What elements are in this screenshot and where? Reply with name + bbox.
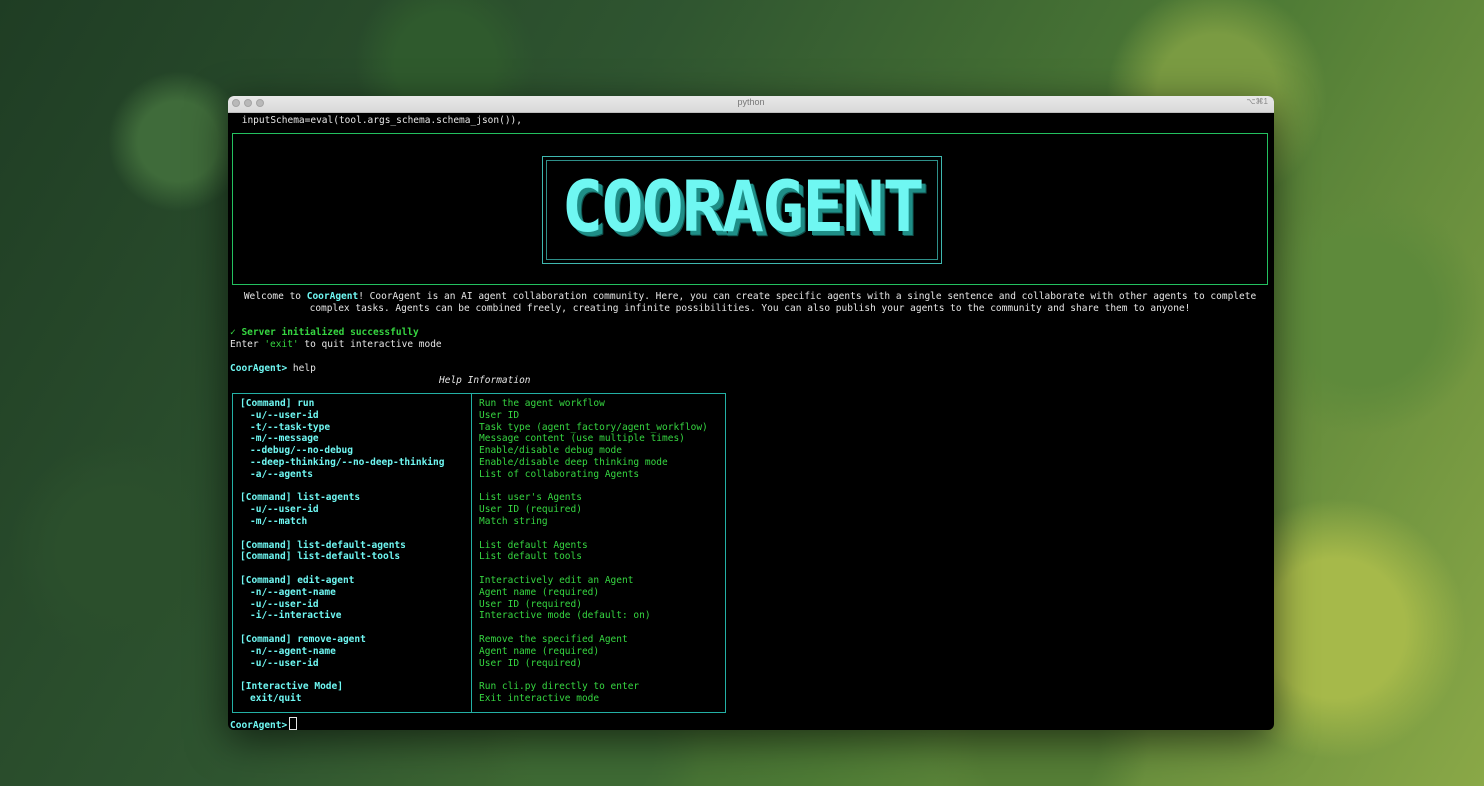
help-command: [Command] edit-agent — [240, 575, 355, 586]
help-option: -n/--agent-name — [250, 586, 336, 598]
text-cursor — [289, 717, 298, 730]
help-command: [Command] list-default-agents — [240, 539, 406, 551]
help-description: Task type (agent_factory/agent_workflow) — [479, 421, 708, 433]
output-line: inputSchema=eval(tool.args_schema.schema… — [236, 115, 522, 126]
coragent-logo: COORAGENT — [561, 166, 924, 248]
help-option: --deep-thinking/--no-deep-thinking — [250, 457, 445, 468]
terminal-window: python ⌥⌘1 inputSchema=eval(tool.args_sc… — [228, 96, 1274, 730]
title-bar: python ⌥⌘1 — [228, 96, 1274, 113]
exit-hint: Enter 'exit' to quit interactive mode — [230, 339, 442, 350]
window-title: python — [737, 97, 765, 107]
help-description: Enable/disable debug mode — [479, 445, 622, 457]
banner-panel: COORAGENT — [232, 133, 1268, 285]
brand-name: CoorAgent — [306, 291, 359, 302]
help-option: -m/--match — [250, 516, 308, 527]
table-divider — [471, 394, 472, 712]
help-description: List of collaborating Agents — [479, 468, 640, 480]
prompt: CoorAgent> — [230, 363, 288, 374]
help-description: Message content (use multiple times) — [479, 433, 685, 445]
help-description: Remove the specified Agent — [479, 634, 628, 645]
help-description: List default tools — [479, 551, 582, 563]
help-command: [Command] list-agents — [240, 492, 361, 504]
help-description: User ID (required) — [479, 657, 582, 669]
help-option: -m/--message — [250, 433, 319, 445]
help-option: -t/--task-type — [250, 421, 331, 433]
welcome-message: Welcome to CoorAgent! CoorAgent is an AI… — [243, 291, 1257, 314]
help-description: Agent name (required) — [479, 645, 600, 657]
help-description: Interactively edit an Agent — [479, 575, 634, 586]
help-description: User ID — [479, 409, 520, 421]
help-description: Interactive mode (default: on) — [479, 610, 651, 622]
help-command: [Command] remove-agent — [240, 634, 366, 645]
help-option: -u/--user-id — [250, 598, 319, 610]
help-option: -a/--agents — [250, 468, 313, 480]
help-command: [Command] run — [240, 398, 315, 409]
exit-keyword: 'exit' — [264, 339, 299, 350]
window-shortcut: ⌥⌘1 — [1246, 97, 1268, 106]
help-option: --debug/--no-debug — [250, 445, 353, 457]
help-command: [Command] list-default-tools — [240, 551, 401, 563]
help-option: -n/--agent-name — [250, 645, 336, 657]
help-description: Run the agent workflow — [479, 398, 605, 409]
help-option: -u/--user-id — [250, 657, 319, 669]
help-description: Match string — [479, 516, 548, 527]
help-option: -u/--user-id — [250, 504, 319, 516]
help-description: User ID (required) — [479, 598, 582, 610]
command-text: help — [287, 363, 316, 374]
help-description: Run cli.py directly to enter — [479, 681, 640, 693]
logo-frame: COORAGENT — [542, 156, 942, 264]
help-table: [Command] run Run the agent workflow -u/--… — [232, 393, 726, 713]
server-status: ✓ Server initialized successfully — [230, 327, 419, 338]
help-description: List user's Agents — [479, 492, 582, 504]
prompt: CoorAgent> — [230, 720, 288, 730]
help-title: Help Information — [439, 375, 531, 386]
help-description: Agent name (required) — [479, 586, 600, 598]
help-description: Exit interactive mode — [479, 693, 600, 704]
prompt-line: CoorAgent> help — [230, 363, 316, 375]
help-command: [Interactive Mode] — [240, 681, 343, 693]
help-description: User ID (required) — [479, 504, 582, 516]
help-option: -i/--interactive — [250, 610, 342, 622]
help-description: List default Agents — [479, 539, 588, 551]
help-description: Enable/disable deep thinking mode — [479, 457, 668, 468]
help-option: exit/quit — [250, 693, 302, 704]
input-prompt-line[interactable]: CoorAgent> — [230, 717, 298, 730]
help-option: -u/--user-id — [250, 409, 319, 421]
